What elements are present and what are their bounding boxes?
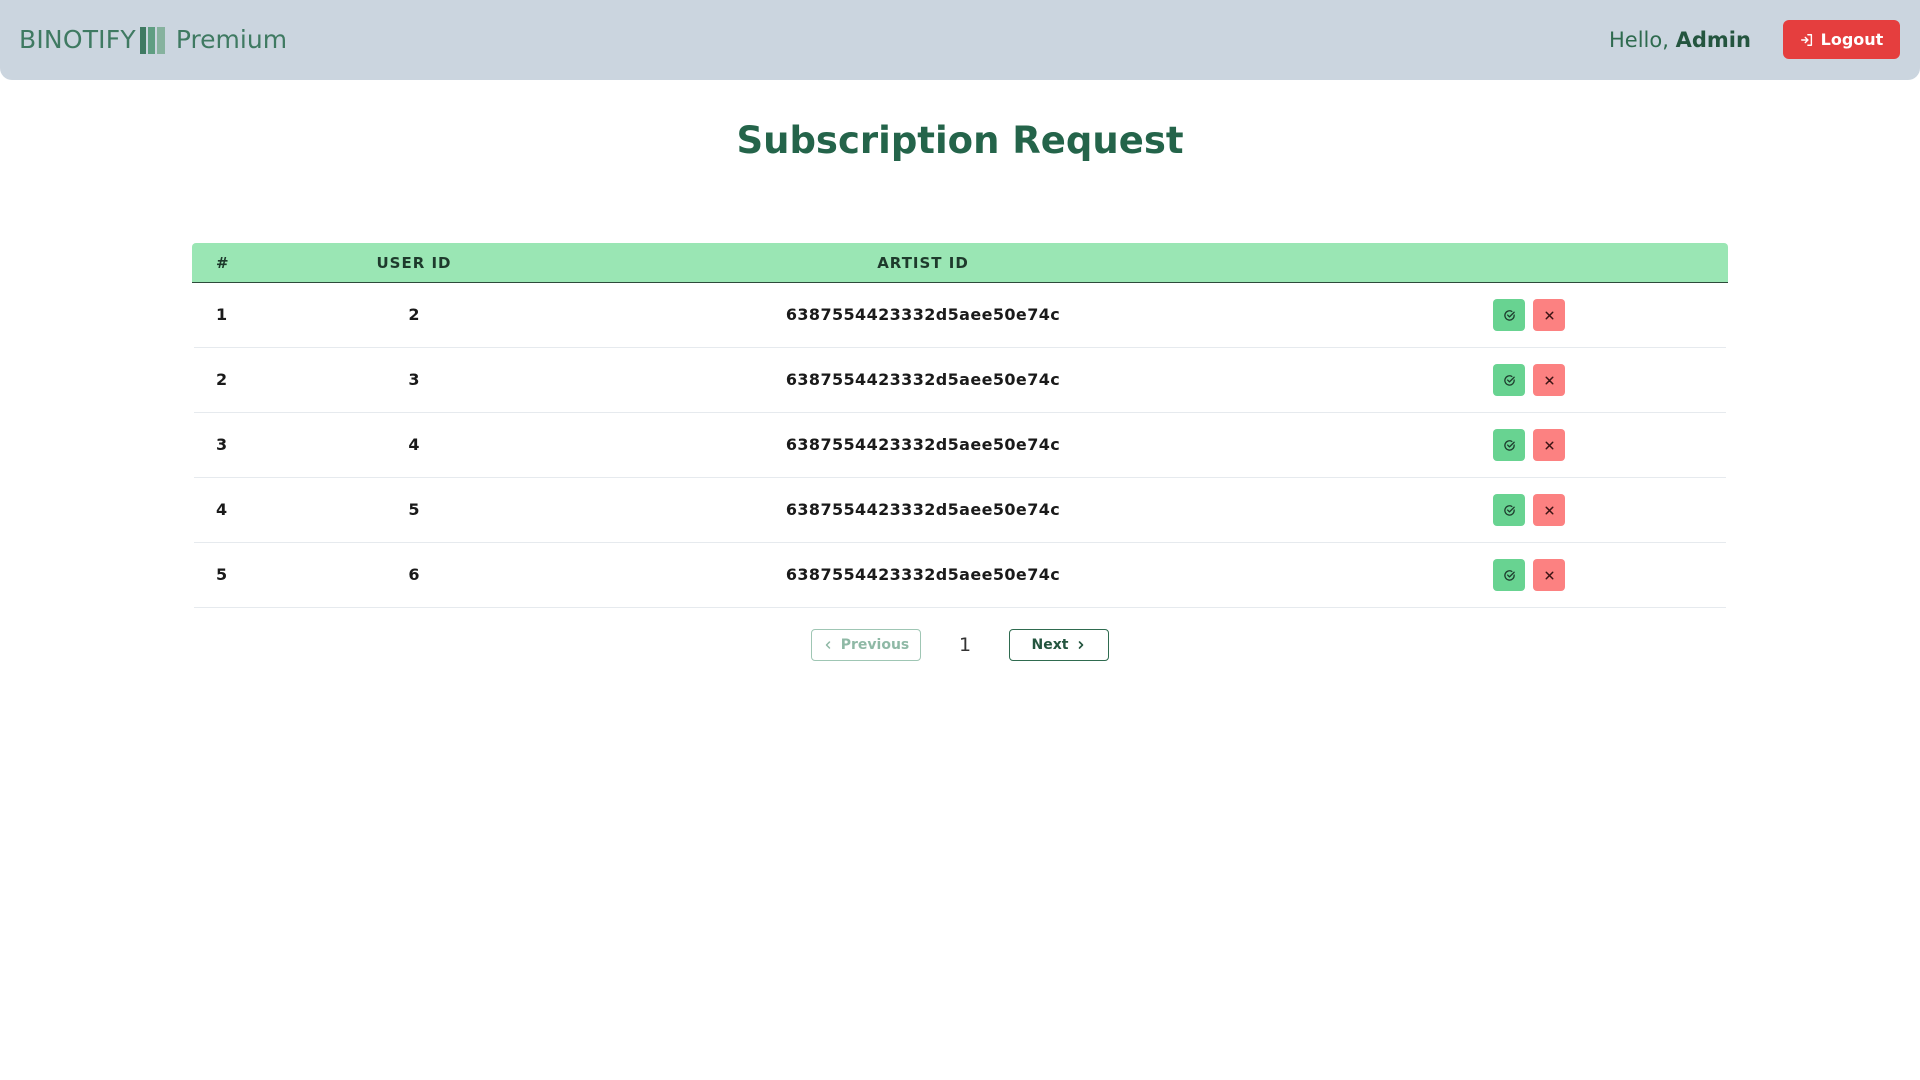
reject-button[interactable]	[1533, 364, 1565, 396]
row-user-id: 2	[408, 305, 420, 324]
next-page-button[interactable]: Next	[1009, 629, 1109, 661]
row-actions	[1493, 559, 1565, 591]
top-navbar: BINOTIFY Premium Hello, Admin Logout	[0, 0, 1920, 80]
table-row: 1 2 6387554423332d5aee50e74c	[194, 283, 1726, 348]
row-actions	[1493, 429, 1565, 461]
check-circle-icon	[1503, 439, 1515, 451]
pagination: Previous 1 Next	[0, 629, 1920, 661]
accept-button[interactable]	[1493, 494, 1525, 526]
row-actions	[1493, 299, 1565, 331]
accept-button[interactable]	[1493, 559, 1525, 591]
header-actions	[1491, 243, 1571, 283]
username: Admin	[1675, 28, 1751, 52]
reject-button[interactable]	[1533, 559, 1565, 591]
chevron-left-icon	[825, 641, 830, 649]
row-artist-id: 6387554423332d5aee50e74c	[785, 435, 1061, 454]
greeting: Hello, Admin	[1609, 26, 1751, 54]
previous-label: Previous	[840, 637, 910, 653]
row-actions	[1493, 494, 1565, 526]
close-icon	[1545, 571, 1553, 579]
table-row: 2 3 6387554423332d5aee50e74c	[194, 348, 1726, 413]
check-circle-icon	[1503, 309, 1515, 321]
previous-page-button[interactable]: Previous	[811, 629, 921, 661]
table-header: # USER ID ARTIST ID	[192, 243, 1728, 283]
next-label: Next	[1031, 637, 1069, 653]
check-circle-icon	[1503, 374, 1515, 386]
accept-button[interactable]	[1493, 364, 1525, 396]
row-number: 4	[216, 500, 228, 519]
row-number: 3	[216, 435, 228, 454]
header-user-id: USER ID	[376, 254, 452, 272]
row-actions	[1493, 364, 1565, 396]
close-icon	[1545, 441, 1553, 449]
check-circle-icon	[1503, 504, 1515, 516]
table-row: 3 4 6387554423332d5aee50e74c	[194, 413, 1726, 478]
logout-button[interactable]: Logout	[1783, 20, 1900, 59]
subscription-table: # USER ID ARTIST ID 1 2 6387554423332d5a…	[192, 243, 1728, 608]
row-artist-id: 6387554423332d5aee50e74c	[785, 305, 1061, 324]
row-number: 5	[216, 565, 228, 584]
reject-button[interactable]	[1533, 299, 1565, 331]
row-number: 1	[216, 305, 228, 324]
reject-button[interactable]	[1533, 429, 1565, 461]
accept-button[interactable]	[1493, 299, 1525, 331]
reject-button[interactable]	[1533, 494, 1565, 526]
header-number: #	[216, 254, 230, 272]
header-artist-id: ARTIST ID	[877, 254, 969, 272]
close-icon	[1545, 376, 1553, 384]
row-artist-id: 6387554423332d5aee50e74c	[785, 500, 1061, 519]
table-row: 4 5 6387554423332d5aee50e74c	[194, 478, 1726, 543]
brand-logo[interactable]: BINOTIFY Premium	[19, 22, 287, 58]
row-user-id: 3	[408, 370, 420, 389]
close-icon	[1545, 311, 1553, 319]
current-page-number: 1	[958, 634, 972, 656]
accept-button[interactable]	[1493, 429, 1525, 461]
row-user-id: 6	[408, 565, 420, 584]
close-icon	[1545, 506, 1553, 514]
check-circle-icon	[1503, 569, 1515, 581]
logout-icon	[1800, 33, 1812, 46]
table-row: 5 6 6387554423332d5aee50e74c	[194, 543, 1726, 608]
row-artist-id: 6387554423332d5aee50e74c	[785, 565, 1061, 584]
greeting-prefix: Hello,	[1609, 28, 1676, 52]
brand-bars-icon	[139, 26, 165, 54]
brand-name: BINOTIFY	[19, 25, 136, 54]
page-title: Subscription Request	[736, 119, 1184, 162]
row-user-id: 5	[408, 500, 420, 519]
row-artist-id: 6387554423332d5aee50e74c	[785, 370, 1061, 389]
row-user-id: 4	[408, 435, 420, 454]
row-number: 2	[216, 370, 228, 389]
chevron-right-icon	[1079, 641, 1084, 649]
brand-tier: Premium	[175, 25, 288, 54]
logout-label: Logout	[1820, 30, 1884, 49]
